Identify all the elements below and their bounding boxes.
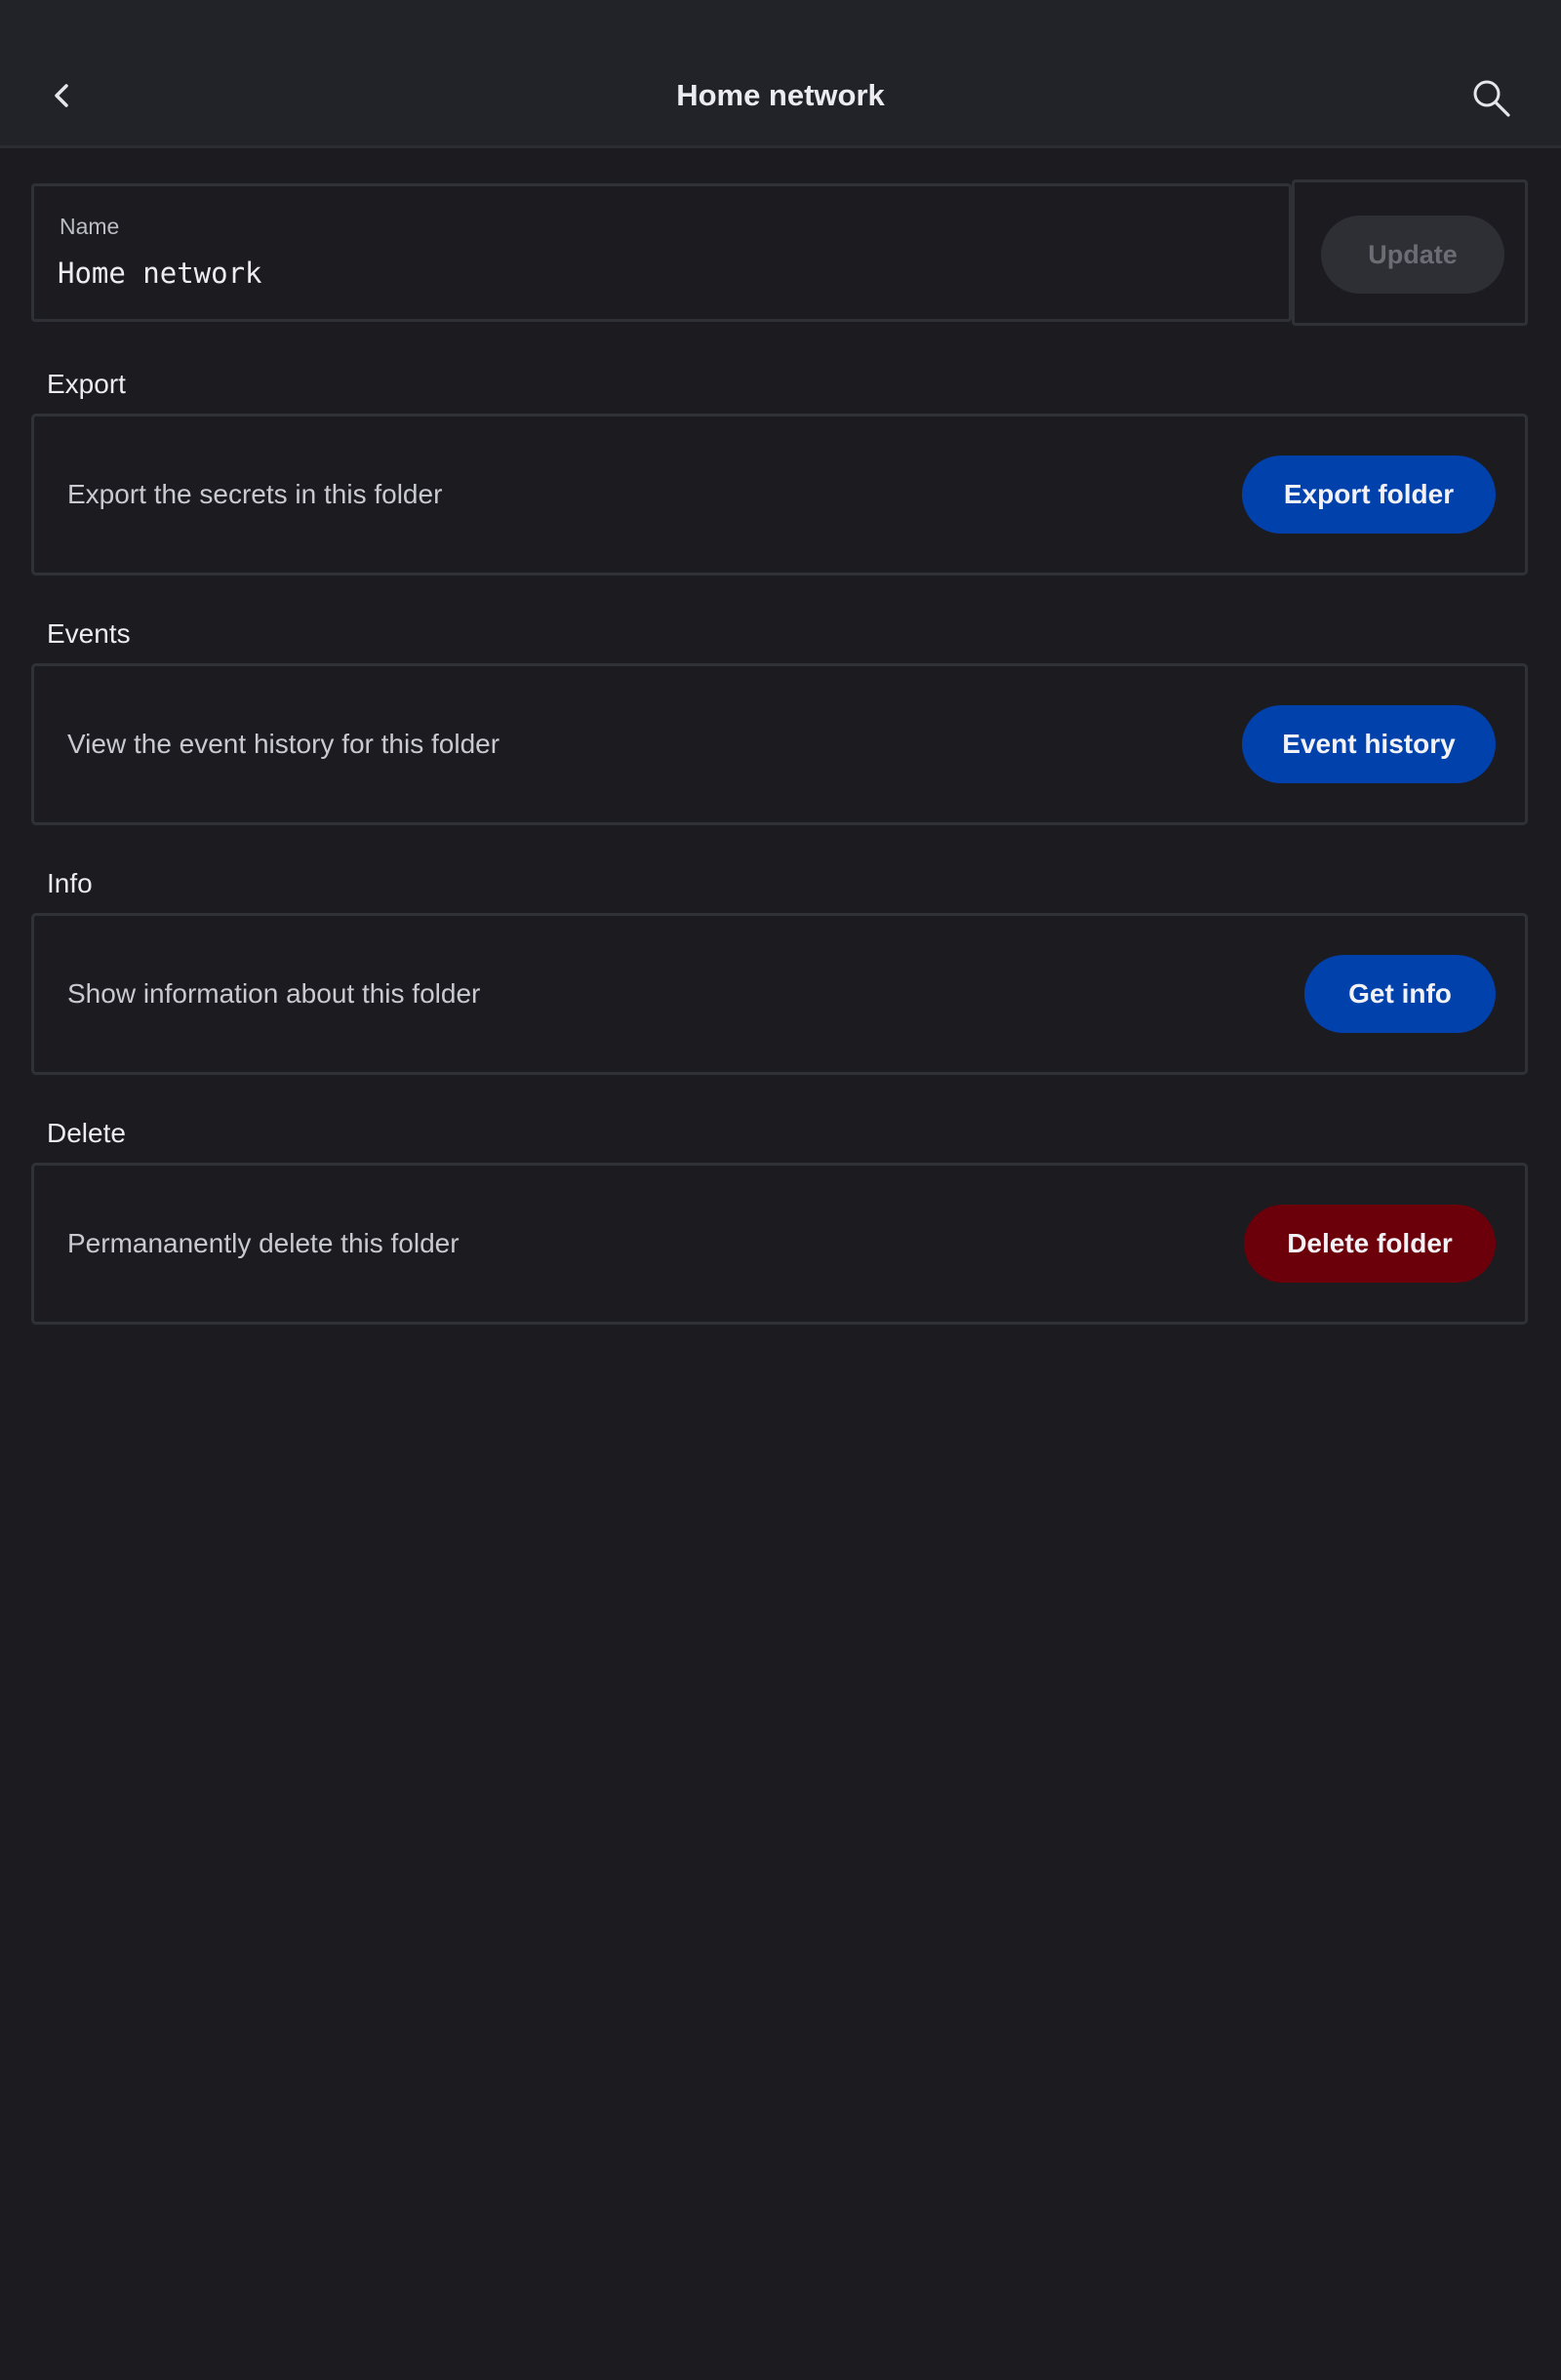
update-container: Update: [1292, 179, 1528, 326]
get-info-button[interactable]: Get info: [1304, 955, 1496, 1033]
app-bar: Home network: [0, 0, 1561, 148]
export-folder-button[interactable]: Export folder: [1242, 456, 1496, 534]
info-card: Show information about this folder Get i…: [31, 913, 1528, 1075]
name-input[interactable]: [58, 257, 1228, 290]
delete-card: Permananently delete this folder Delete …: [31, 1163, 1528, 1325]
update-button[interactable]: Update: [1321, 216, 1504, 294]
delete-description: Permananently delete this folder: [67, 1228, 460, 1258]
export-card: Export the secrets in this folder Export…: [31, 414, 1528, 575]
event-history-button[interactable]: Event history: [1242, 705, 1496, 783]
export-description: Export the secrets in this folder: [67, 479, 443, 509]
events-description: View the event history for this folder: [67, 729, 500, 759]
section-title-info: Info: [47, 868, 93, 898]
name-field[interactable]: Name: [31, 183, 1292, 322]
name-row: Name Update: [31, 179, 1528, 326]
section-title-events: Events: [47, 618, 131, 649]
search-button[interactable]: [1463, 70, 1518, 125]
section-title-delete: Delete: [47, 1118, 126, 1148]
events-card: View the event history for this folder E…: [31, 663, 1528, 825]
section-title-export: Export: [47, 369, 126, 399]
name-label: Name: [60, 214, 120, 239]
page-title: Home network: [676, 78, 885, 112]
delete-folder-button[interactable]: Delete folder: [1244, 1205, 1496, 1283]
info-description: Show information about this folder: [67, 978, 481, 1009]
search-icon: [1473, 80, 1510, 117]
